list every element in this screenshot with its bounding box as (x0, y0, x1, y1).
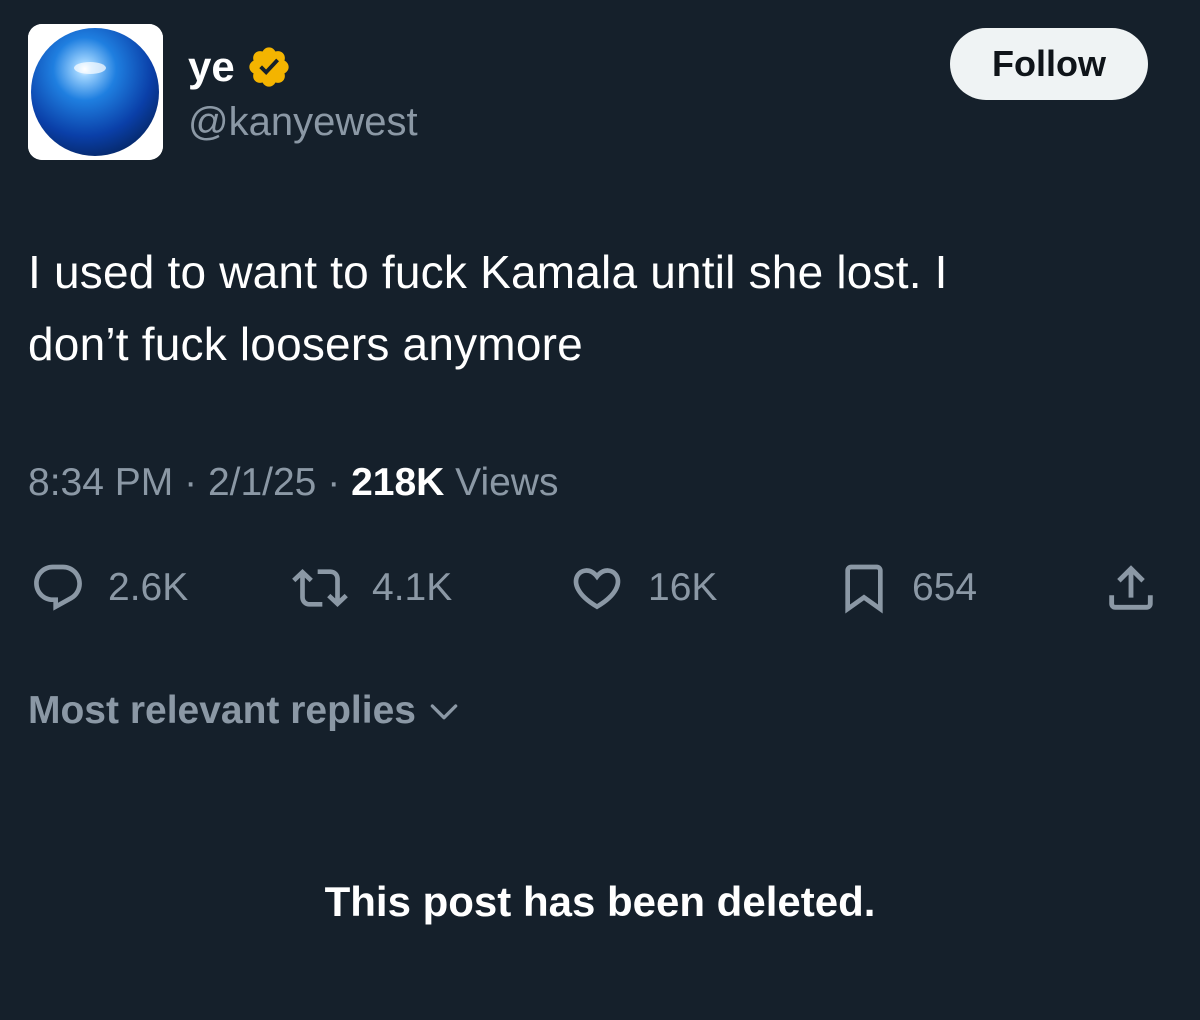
repost-count: 4.1K (372, 566, 453, 609)
repost-icon (292, 569, 348, 607)
reply-count: 2.6K (108, 566, 189, 609)
views-label: Views (455, 461, 559, 504)
replies-sort-dropdown[interactable]: Most relevant replies (28, 688, 464, 734)
share-button[interactable] (1102, 560, 1160, 616)
bookmark-icon (845, 564, 883, 614)
display-name[interactable]: ye (188, 44, 235, 90)
heart-icon (573, 568, 621, 610)
like-button[interactable]: 16K (566, 560, 717, 616)
post-meta: 8:34 PM · 2/1/25 · 218K Views (28, 460, 558, 506)
user-handle[interactable]: @kanyewest (188, 100, 418, 144)
reply-button[interactable]: 2.6K (28, 560, 188, 616)
verified-badge-icon (246, 44, 292, 90)
post-time[interactable]: 8:34 PM (28, 461, 173, 504)
like-count: 16K (648, 566, 718, 609)
replies-sort-label: Most relevant replies (28, 689, 416, 732)
repost-button[interactable]: 4.1K (288, 560, 452, 616)
follow-button[interactable]: Follow (950, 28, 1148, 100)
post-date[interactable]: 2/1/25 (208, 461, 316, 504)
post-text: I used to want to fuck Kamala until she … (28, 246, 948, 370)
avatar[interactable] (28, 24, 163, 160)
bookmark-button[interactable]: 654 (836, 560, 977, 616)
deleted-notice: This post has been deleted. (324, 878, 876, 925)
avatar-image (28, 24, 163, 160)
chevron-down-icon (430, 704, 458, 720)
bookmark-count: 654 (912, 566, 978, 609)
meta-separator: · (184, 461, 198, 504)
reply-icon (34, 564, 82, 611)
views-count: 218K (351, 461, 445, 504)
share-icon (1109, 565, 1153, 610)
meta-separator: · (327, 461, 341, 504)
